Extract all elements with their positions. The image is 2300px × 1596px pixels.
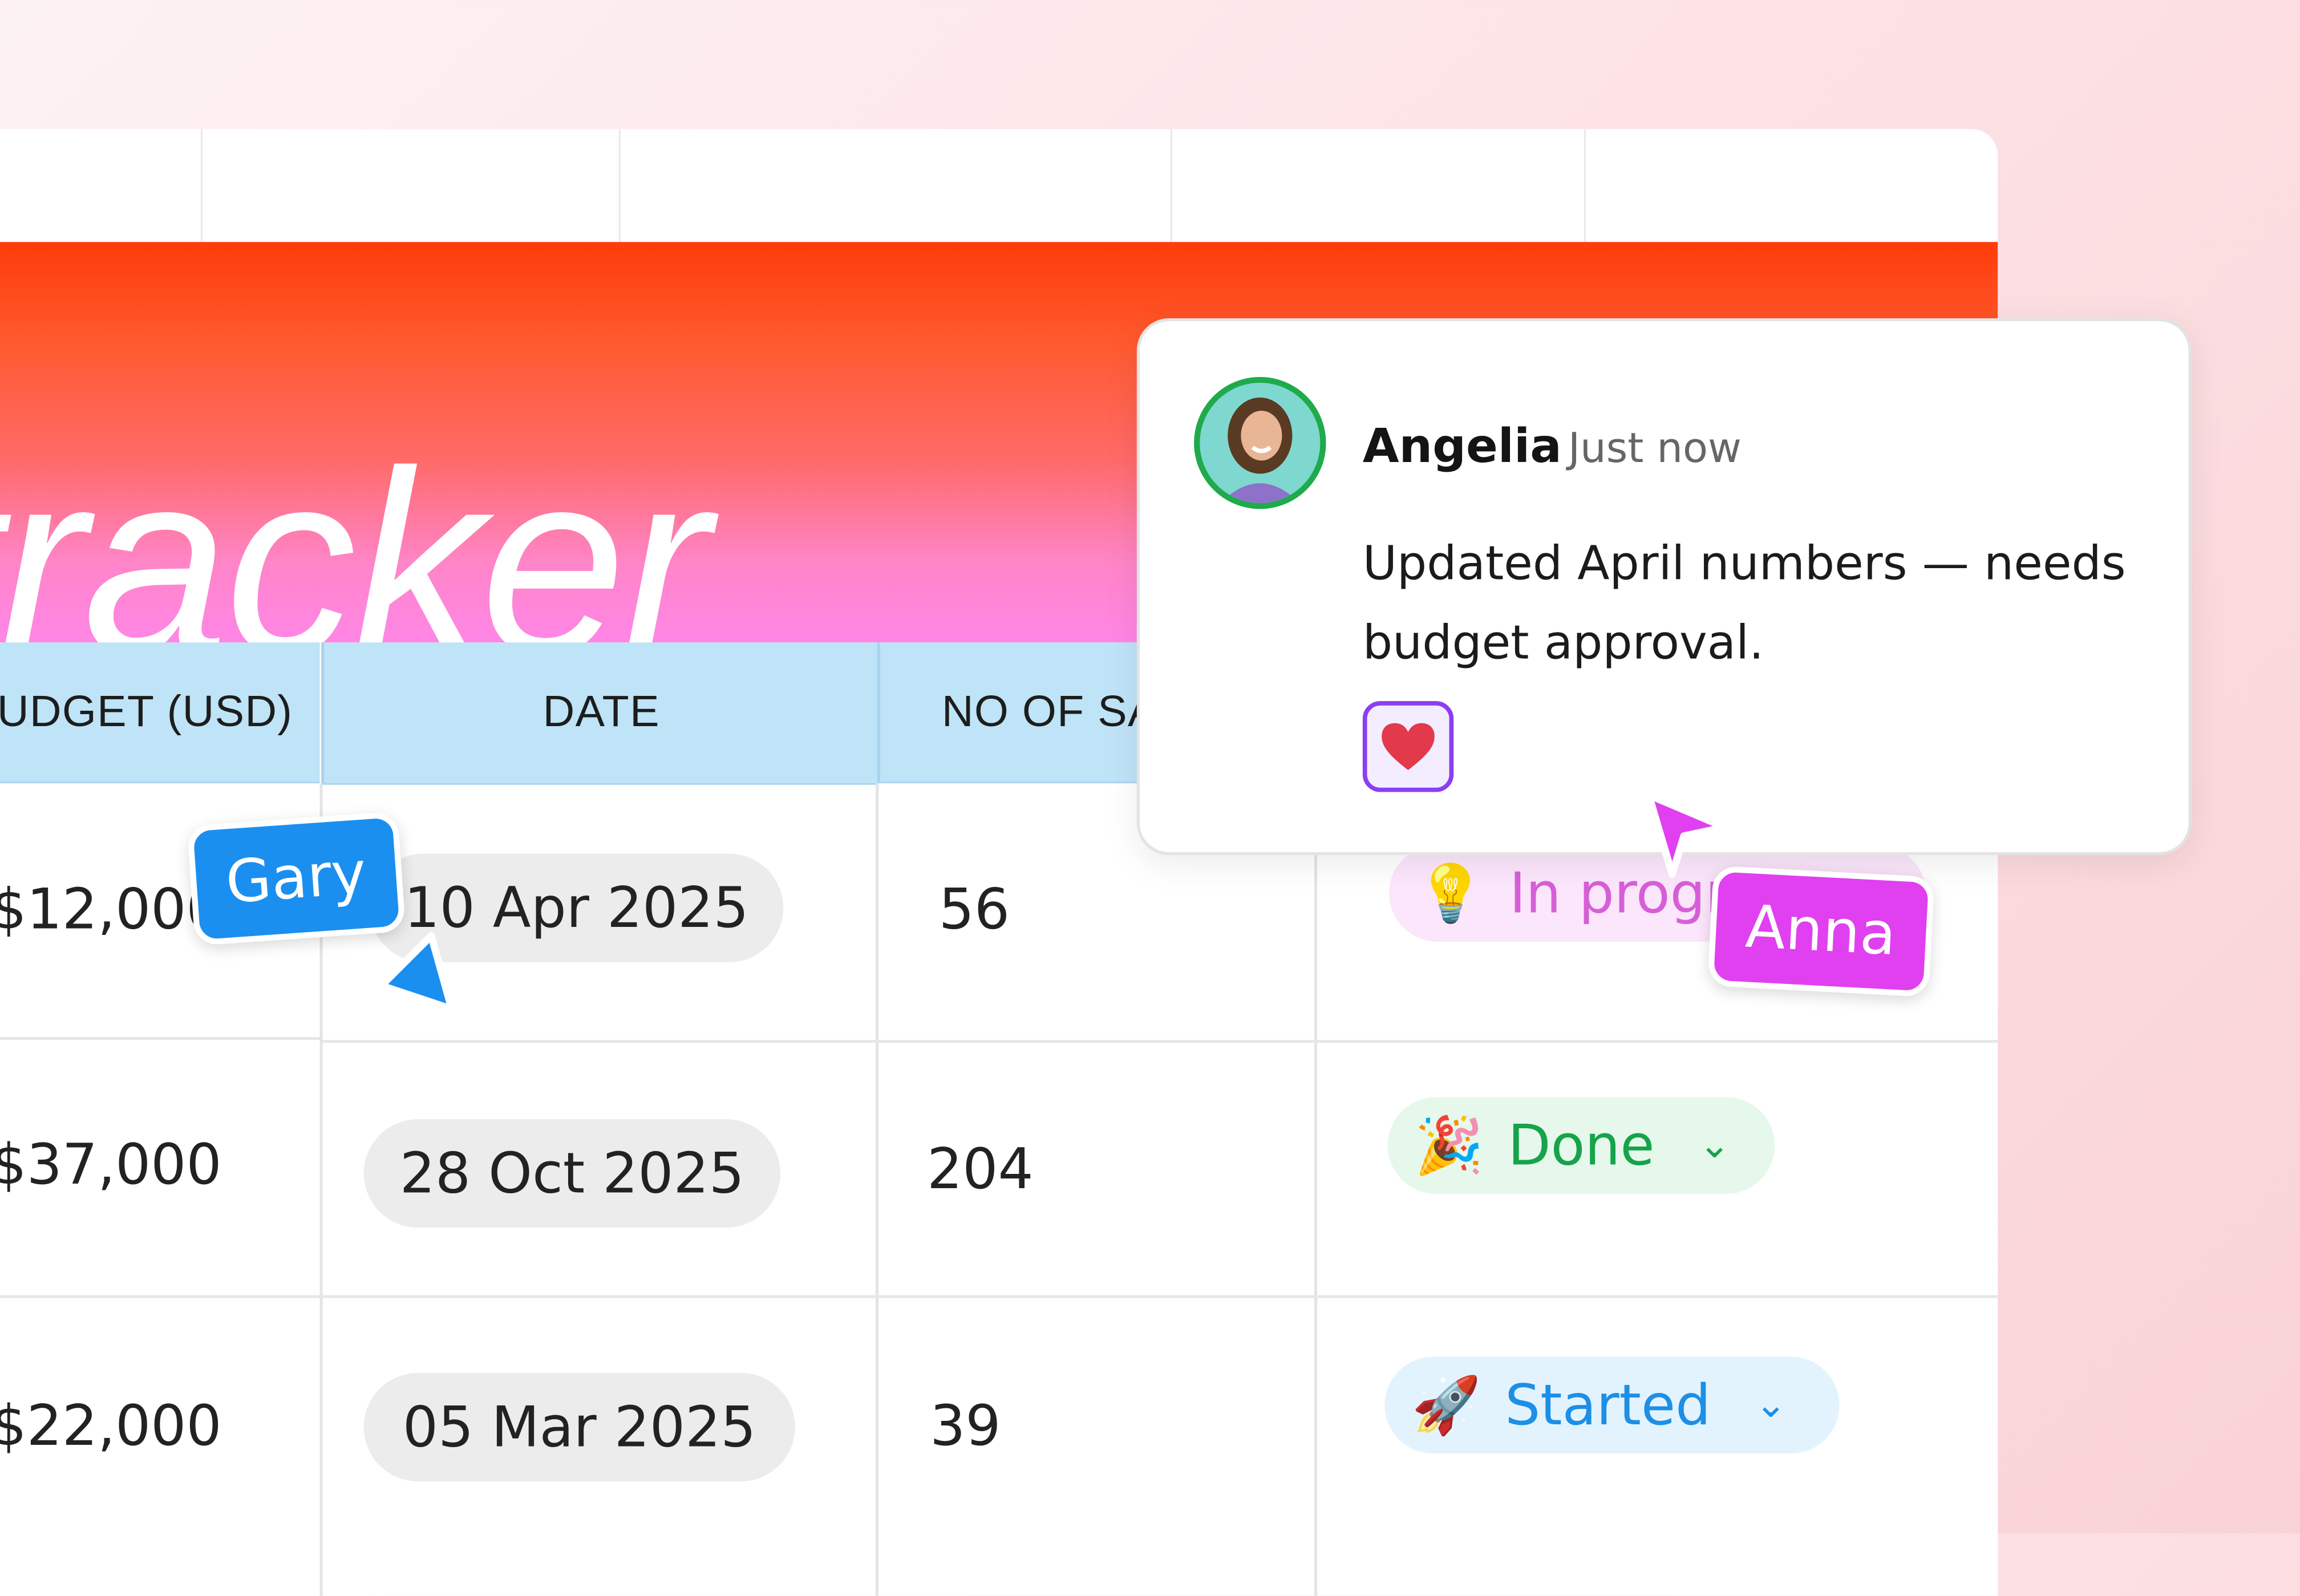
chevron-down-icon[interactable]: ⌄: [1699, 1124, 1731, 1168]
count-cell[interactable]: 39: [930, 1394, 1001, 1458]
heart-reaction-button[interactable]: [1362, 701, 1454, 792]
budget-cell[interactable]: $37,000: [0, 1132, 222, 1197]
scene: tracker UDGET (USD) DATE NO OF SA $12,00…: [0, 0, 2300, 1596]
status-pill-done[interactable]: 🎉 Done ⌄: [1387, 1097, 1775, 1194]
date-pill[interactable]: 05 Mar 2025: [363, 1372, 795, 1482]
cursor-label-anna: Anna: [1707, 865, 1934, 998]
gary-cursor-pointer-icon: [378, 932, 456, 1013]
comment-text: Updated April numbers — needs budget app…: [1362, 535, 2126, 671]
avatar[interactable]: [1194, 376, 1326, 509]
comment-author[interactable]: Angelia: [1363, 418, 1562, 474]
anna-cursor-pointer-icon: [1645, 791, 1729, 878]
comment-timestamp: Just now: [1568, 424, 1742, 472]
lightbulb-icon: 💡: [1416, 860, 1485, 925]
date-pill[interactable]: 28 Oct 2025: [363, 1119, 780, 1228]
count-cell[interactable]: 56: [939, 877, 1010, 942]
chevron-down-icon[interactable]: ⌄: [1755, 1383, 1787, 1427]
status-pill-started[interactable]: 🚀 Started ⌄: [1384, 1356, 1840, 1454]
budget-cell[interactable]: $12,000: [0, 877, 222, 942]
count-cell[interactable]: 204: [927, 1137, 1034, 1201]
column-header-date[interactable]: DATE: [321, 642, 879, 785]
party-popper-icon: 🎉: [1414, 1112, 1484, 1177]
column-header-budget[interactable]: UDGET (USD): [0, 642, 320, 784]
empty-header-row: [0, 129, 1998, 242]
rocket-icon: 🚀: [1411, 1372, 1481, 1437]
heart-icon: [1382, 723, 1435, 770]
budget-cell[interactable]: $22,000: [0, 1394, 222, 1458]
cursor-label-gary: Gary: [187, 811, 406, 946]
comment-popover: Angelia Just now Updated April numbers —…: [1136, 318, 2192, 856]
